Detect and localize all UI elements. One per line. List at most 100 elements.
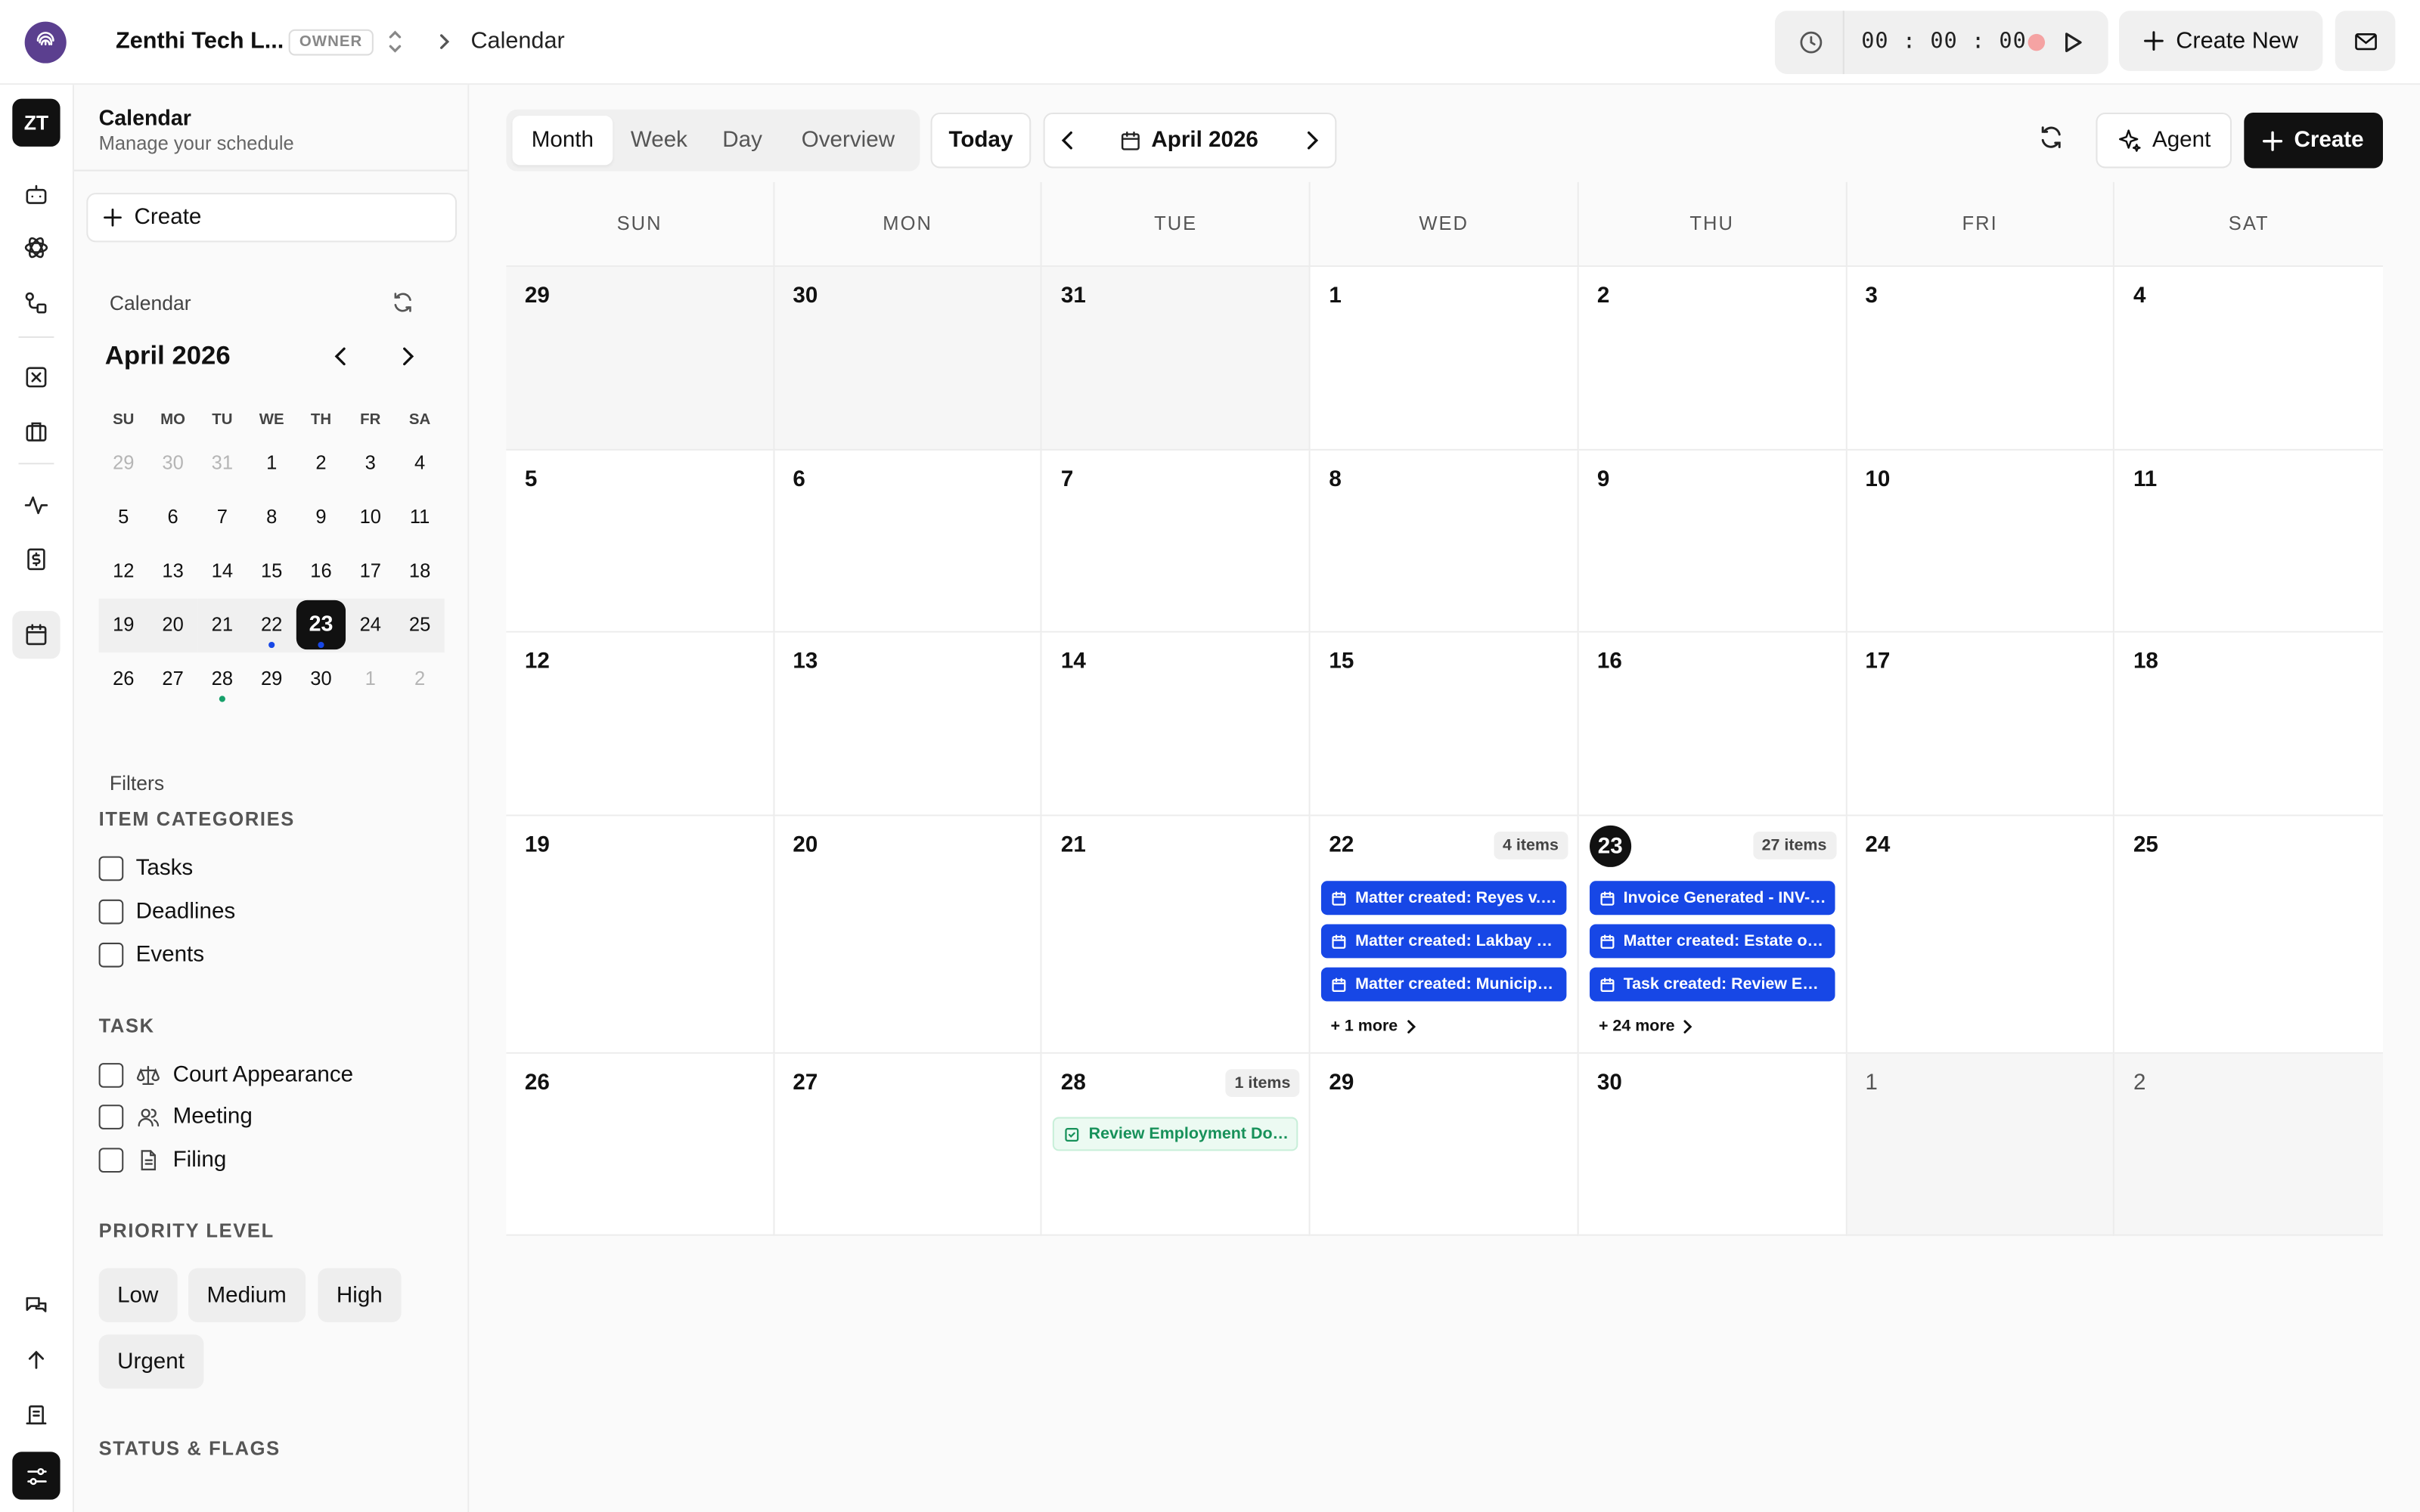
checkbox[interactable] (98, 1105, 124, 1129)
rail-documents[interactable] (18, 1398, 54, 1433)
day-cell[interactable]: 20 (774, 816, 1043, 1054)
day-cell[interactable]: 9 (1578, 450, 1847, 633)
play-icon[interactable] (2062, 31, 2084, 54)
mini-day[interactable]: 15 (247, 544, 296, 598)
current-month[interactable]: April 2026 (1151, 128, 1258, 153)
mini-day[interactable]: 22 (247, 598, 296, 653)
day-cell[interactable]: 29 (1310, 1053, 1579, 1236)
filter-meeting[interactable]: Meeting (98, 1101, 253, 1132)
day-cell[interactable]: 15 (1310, 632, 1579, 816)
tab-overview[interactable]: Overview (783, 116, 914, 165)
tab-day[interactable]: Day (706, 116, 780, 165)
org-logo[interactable] (24, 21, 67, 64)
mini-day[interactable]: 29 (99, 437, 148, 491)
mini-next-month-icon[interactable] (396, 345, 418, 367)
day-cell[interactable]: 30 (774, 267, 1043, 451)
day-cell[interactable]: 1 (1846, 1053, 2115, 1236)
day-cell[interactable]: 25 (2114, 816, 2383, 1054)
mini-day[interactable]: 28 (197, 652, 247, 706)
mini-day[interactable]: 30 (296, 652, 346, 706)
org-name[interactable]: Zenthi Tech L... (116, 28, 284, 54)
rail-upload[interactable] (18, 1342, 54, 1377)
day-cell[interactable]: 29 (506, 267, 774, 451)
filter-court-appearance[interactable]: Court Appearance (98, 1060, 353, 1091)
rail-messages[interactable] (18, 1288, 54, 1324)
day-cell[interactable]: 27 (774, 1053, 1043, 1236)
day-cell[interactable]: 18 (2114, 632, 2383, 816)
rail-billing[interactable] (18, 541, 54, 577)
mini-day[interactable]: 26 (99, 652, 148, 706)
event-chip[interactable]: Matter created: Municipali... (1321, 967, 1567, 1002)
agent-button[interactable]: Agent (2096, 112, 2232, 169)
rail-matters[interactable] (18, 230, 54, 265)
mini-day[interactable]: 19 (98, 598, 148, 653)
workspace-avatar[interactable]: ZT (12, 98, 60, 147)
mini-day[interactable]: 6 (148, 491, 197, 544)
day-cell[interactable]: 12 (506, 632, 774, 816)
checkbox[interactable] (98, 1148, 124, 1173)
priority-urgent[interactable]: Urgent (98, 1334, 203, 1389)
day-cell[interactable]: 5 (506, 450, 774, 633)
priority-medium[interactable]: Medium (188, 1268, 306, 1322)
mini-day[interactable]: 13 (148, 544, 197, 598)
day-cell[interactable]: 31 (1042, 267, 1311, 451)
day-cell[interactable]: 10 (1846, 450, 2115, 633)
tab-month[interactable]: Month (512, 116, 613, 166)
priority-high[interactable]: High (318, 1268, 402, 1322)
filter-deadlines[interactable]: Deadlines (98, 897, 235, 928)
mini-day[interactable]: 1 (346, 652, 395, 706)
create-event-button[interactable]: Create (2244, 112, 2383, 169)
checkbox[interactable] (98, 942, 124, 968)
mini-day[interactable]: 5 (99, 491, 148, 544)
inbox-button[interactable] (2335, 11, 2396, 71)
more-events-link[interactable]: + 1 more (1330, 1017, 1417, 1035)
mini-day[interactable]: 4 (395, 437, 444, 491)
mini-day[interactable]: 8 (247, 491, 296, 544)
prev-month-icon[interactable] (1057, 129, 1079, 151)
day-cell[interactable]: 23 27 items Invoice Generated - INV-2... Ma… (1578, 816, 1847, 1054)
rail-chat[interactable] (18, 178, 54, 213)
refresh-icon[interactable] (2037, 123, 2065, 151)
mini-day[interactable]: 10 (346, 491, 395, 544)
day-cell[interactable]: 21 (1042, 816, 1311, 1054)
create-new-button[interactable]: Create New (2119, 11, 2323, 71)
event-chip[interactable]: Matter created: Reyes v. G... (1321, 881, 1567, 916)
day-cell[interactable]: 6 (774, 450, 1043, 633)
day-cell[interactable]: 7 (1042, 450, 1311, 633)
day-cell[interactable]: 22 4 items Matter created: Reyes v. G... Ma… (1310, 816, 1579, 1054)
sidebar-create-button[interactable]: Create (86, 193, 458, 243)
next-month-icon[interactable] (1301, 129, 1323, 151)
rail-workflows[interactable] (18, 286, 54, 321)
mini-day[interactable]: 2 (296, 437, 346, 491)
refresh-icon[interactable] (390, 290, 415, 315)
mini-day[interactable]: 18 (395, 544, 444, 598)
day-cell[interactable]: 14 (1042, 632, 1311, 816)
day-cell[interactable]: 11 (2114, 450, 2383, 633)
event-chip[interactable]: Matter created: Estate of ... (1589, 924, 1835, 959)
day-cell[interactable]: 1 (1310, 267, 1579, 451)
rail-spreadsheets[interactable] (18, 360, 54, 395)
day-cell[interactable]: 3 (1846, 267, 2115, 451)
filter-filing[interactable]: Filing (98, 1145, 226, 1176)
mini-day[interactable]: 16 (296, 544, 346, 598)
day-cell[interactable]: 8 (1310, 450, 1579, 633)
day-cell[interactable]: 28 1 items Review Employment Docu... (1042, 1053, 1311, 1236)
rail-activity[interactable] (18, 488, 54, 523)
mini-day[interactable]: 24 (346, 598, 396, 653)
day-cell[interactable]: 4 (2114, 267, 2383, 451)
more-events-link[interactable]: + 24 more (1599, 1017, 1695, 1035)
filter-events[interactable]: Events (98, 940, 204, 971)
checkbox[interactable] (98, 1063, 124, 1088)
mini-day[interactable]: 11 (395, 491, 444, 544)
mini-day[interactable]: 2 (395, 652, 444, 706)
mini-day[interactable]: 23 (296, 598, 346, 653)
mini-day[interactable]: 1 (247, 437, 296, 491)
mini-prev-month-icon[interactable] (330, 345, 352, 367)
event-chip[interactable]: Invoice Generated - INV-2... (1589, 881, 1835, 916)
mini-day[interactable]: 12 (99, 544, 148, 598)
settings-button[interactable] (12, 1452, 60, 1500)
checkbox[interactable] (98, 899, 124, 925)
day-cell[interactable]: 24 (1846, 816, 2115, 1054)
mini-day[interactable]: 3 (346, 437, 395, 491)
day-cell[interactable]: 30 (1578, 1053, 1847, 1236)
